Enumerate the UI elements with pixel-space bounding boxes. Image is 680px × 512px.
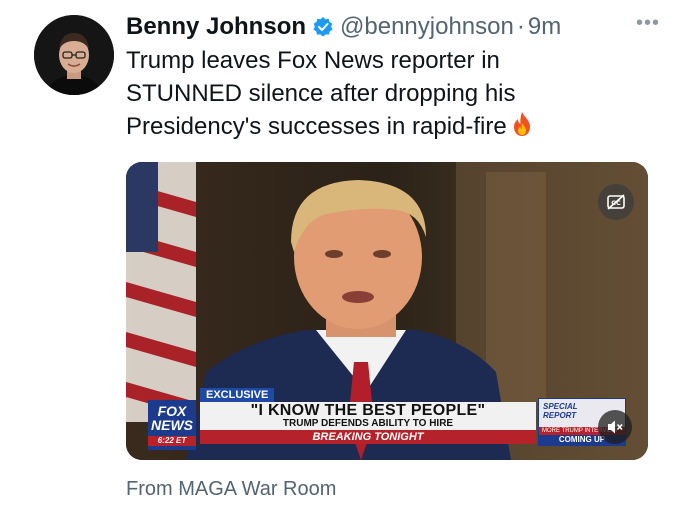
video-player[interactable]: CC FOX NEWS 6:22 ET EXCLUSIVE "I KNOW TH… [126, 162, 648, 460]
exclusive-tag: EXCLUSIVE [200, 388, 275, 402]
closed-captions-off-icon[interactable]: CC [598, 184, 634, 220]
tweet-header: Benny Johnson @bennyjohnson · 9m [126, 11, 660, 43]
separator-dot: · [516, 13, 525, 40]
breaking-bar: BREAKING TONIGHT [200, 430, 536, 444]
tweet-text-line: STUNNED silence after dropping his [126, 80, 516, 107]
timestamp[interactable]: 9m [528, 13, 561, 41]
fire-emoji-icon [511, 111, 533, 137]
fox-logo-line1: FOX [157, 403, 187, 419]
tweet-text-line: Presidency's successes in rapid-fire [126, 110, 646, 143]
chyron-headline: "I KNOW THE BEST PEOPLE" [250, 402, 486, 419]
volume-muted-icon[interactable] [598, 410, 632, 444]
chyron-subheadline: TRUMP DEFENDS ABILITY TO HIRE [282, 418, 454, 429]
fox-logo-line2: NEWS [151, 417, 193, 433]
tweet-text-line: Trump leaves Fox News reporter in [126, 47, 500, 74]
author-handle[interactable]: @bennyjohnson [340, 13, 514, 41]
author-name[interactable]: Benny Johnson [126, 13, 306, 41]
more-horizontal-icon[interactable]: ••• [636, 12, 660, 35]
tweet-text: Trump leaves Fox News reporter in STUNNE… [126, 44, 646, 143]
chyron-main: "I KNOW THE BEST PEOPLE" TRUMP DEFENDS A… [200, 402, 536, 430]
verified-badge-icon [312, 16, 334, 38]
avatar[interactable] [34, 15, 114, 95]
source-attribution[interactable]: From MAGA War Room [126, 478, 336, 501]
fox-news-logo: FOX NEWS 6:22 ET [148, 400, 196, 450]
fox-logo-time: 6:22 ET [148, 436, 196, 446]
special-report-label: SPECIAL REPORT [543, 402, 578, 420]
